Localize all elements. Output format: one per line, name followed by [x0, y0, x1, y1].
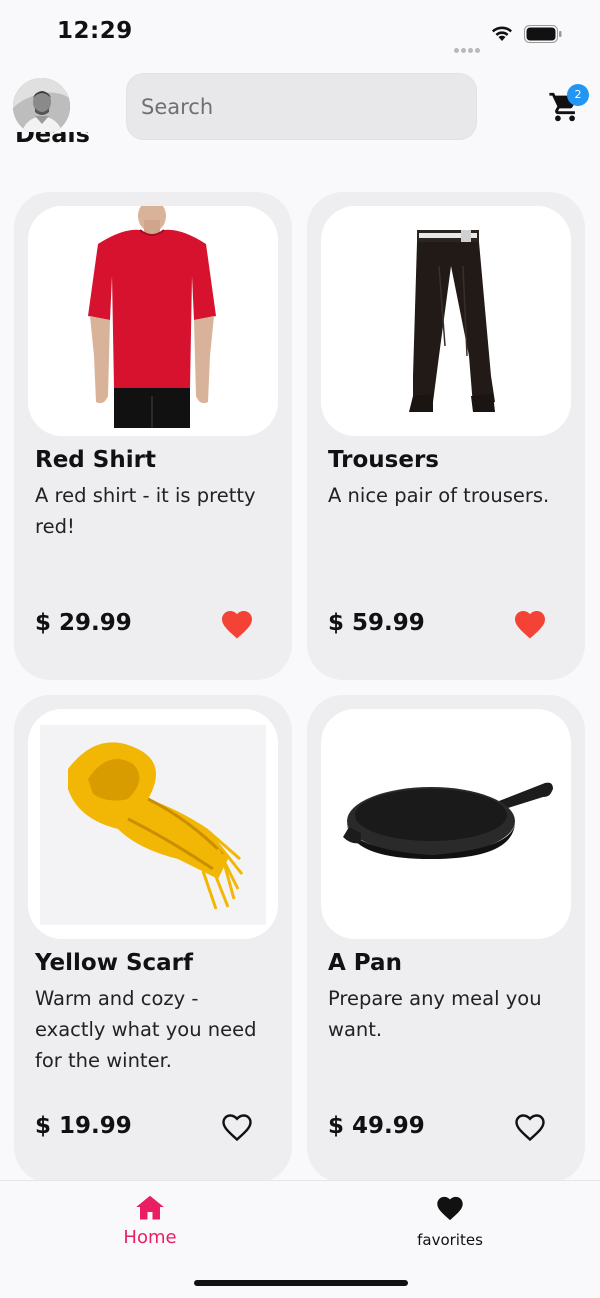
product-card[interactable]: Yellow Scarf Warm and cozy - exactly wha…	[14, 695, 292, 1183]
product-card[interactable]: Trousers A nice pair of trousers. $ 59.9…	[307, 192, 585, 680]
product-title: Yellow Scarf	[35, 950, 194, 976]
nav-item-home[interactable]: Home	[100, 1193, 200, 1253]
home-indicator	[194, 1280, 408, 1286]
cart-count-badge: 2	[567, 84, 589, 106]
product-title: Red Shirt	[35, 447, 156, 473]
product-image	[28, 206, 278, 436]
status-time: 12:29	[57, 18, 133, 44]
product-image	[321, 709, 571, 939]
product-image	[28, 709, 278, 939]
nav-item-favorites[interactable]: favorites	[395, 1193, 505, 1253]
section-title: Deals	[15, 132, 90, 154]
product-description: A nice pair of trousers.	[328, 484, 550, 507]
product-image	[321, 206, 571, 436]
product-description: Prepare any meal you want.	[328, 987, 542, 1041]
product-price: $ 29.99	[35, 610, 132, 636]
home-icon	[136, 1195, 164, 1220]
nav-item-label: Home	[123, 1227, 177, 1248]
wifi-icon	[492, 26, 512, 41]
product-price: $ 49.99	[328, 1113, 425, 1139]
heart-filled-icon[interactable]	[512, 606, 548, 640]
profile-photo-icon	[13, 78, 70, 135]
battery-icon	[524, 25, 562, 43]
heart-outline-icon[interactable]	[512, 1109, 548, 1143]
product-title: A Pan	[328, 950, 402, 976]
search-input[interactable]	[141, 94, 476, 119]
product-price: $ 59.99	[328, 610, 425, 636]
heart-icon	[437, 1196, 463, 1221]
section-title-text: Deals	[15, 132, 90, 148]
heart-outline-icon[interactable]	[219, 1109, 255, 1143]
product-price: $ 19.99	[35, 1113, 132, 1139]
product-card[interactable]: A Pan Prepare any meal you want. $ 49.99	[307, 695, 585, 1183]
nav-item-label: favorites	[417, 1231, 483, 1249]
status-bar: 12:29	[0, 0, 600, 66]
avatar[interactable]	[13, 78, 70, 135]
red-shirt-image	[88, 206, 216, 428]
product-title: Trousers	[328, 447, 440, 473]
product-description: A red shirt - it is pretty red!	[35, 484, 256, 538]
trousers-image	[409, 230, 495, 412]
product-card[interactable]: Red Shirt A red shirt - it is pretty red…	[14, 192, 292, 680]
pan-image	[343, 782, 553, 859]
product-description: Warm and cozy - exactly what you need fo…	[35, 987, 257, 1072]
yellow-scarf-image	[40, 725, 266, 925]
heart-filled-icon[interactable]	[219, 606, 255, 640]
search-field[interactable]	[126, 73, 477, 140]
cellular-signal-icon	[454, 38, 484, 53]
